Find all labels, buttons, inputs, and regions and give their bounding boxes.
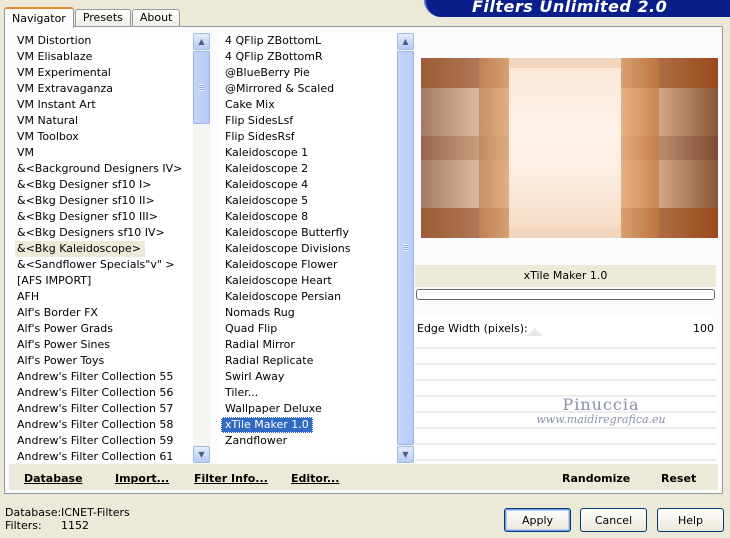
list-item[interactable]: VM Natural bbox=[15, 113, 193, 129]
filter-preview bbox=[421, 58, 718, 238]
parameter-row-edge-width[interactable]: Edge Width (pixels): 100 bbox=[415, 320, 716, 336]
list-item[interactable]: Alf's Power Toys bbox=[15, 353, 193, 369]
filter-scrollbar[interactable]: ▲ ▼ bbox=[397, 33, 414, 463]
list-item[interactable]: VM Elisablaze bbox=[15, 49, 193, 65]
list-item[interactable]: VM Extravaganza bbox=[15, 81, 193, 97]
list-item[interactable]: VM Toolbox bbox=[15, 129, 193, 145]
list-item[interactable]: Swirl Away bbox=[221, 369, 397, 385]
navigator-panel: VM Distortion VM Elisablaze VM Experimenta… bbox=[4, 26, 723, 494]
cancel-button[interactable]: Cancel bbox=[580, 508, 647, 532]
app-title: Filters Unlimited 2.0 bbox=[472, 0, 668, 16]
database-status: Database:ICNET-Filters Filters: 1152 bbox=[5, 506, 130, 532]
parameter-label: Edge Width (pixels): bbox=[417, 321, 528, 335]
list-item[interactable]: &<Sandflower Specials"v" > bbox=[15, 257, 193, 273]
progress-bar bbox=[416, 289, 715, 300]
editor-button[interactable]: Editor... bbox=[291, 472, 339, 485]
list-item[interactable]: Flip SidesRsf bbox=[221, 129, 397, 145]
list-item[interactable]: &<Bkg Designer sf10 II> bbox=[15, 193, 193, 209]
list-item[interactable]: &<Bkg Designers sf10 IV> bbox=[15, 225, 193, 241]
list-item[interactable]: &<Bkg Designer sf10 III> bbox=[15, 209, 193, 225]
list-item[interactable]: Kaleidoscope 2 bbox=[221, 161, 397, 177]
app-banner: Filters Unlimited 2.0 bbox=[424, 0, 730, 17]
watermark: Pinuccia www.maidiregrafica.eu bbox=[531, 395, 671, 426]
list-item[interactable]: Kaleidoscope Flower bbox=[221, 257, 397, 273]
list-item[interactable]: Quad Flip bbox=[221, 321, 397, 337]
tab-presets[interactable]: Presets bbox=[74, 9, 131, 27]
list-item[interactable]: VM bbox=[15, 145, 193, 161]
slider-indicator[interactable] bbox=[527, 328, 543, 336]
help-button[interactable]: Help bbox=[657, 508, 724, 532]
list-item[interactable]: Kaleidoscope 1 bbox=[221, 145, 397, 161]
scroll-up-icon[interactable]: ▲ bbox=[193, 33, 210, 50]
list-item[interactable]: Kaleidoscope Butterfly bbox=[221, 225, 397, 241]
list-item[interactable]: @BlueBerry Pie bbox=[221, 65, 397, 81]
list-item[interactable]: VM Instant Art bbox=[15, 97, 193, 113]
database-button[interactable]: Database bbox=[24, 472, 83, 485]
list-item[interactable]: Andrew's Filter Collection 57 bbox=[15, 401, 193, 417]
database-name: ICNET-Filters bbox=[61, 506, 130, 519]
scroll-down-icon[interactable]: ▼ bbox=[397, 446, 414, 463]
list-item[interactable]: 4 QFlip ZBottomL bbox=[221, 33, 397, 49]
list-item[interactable]: Flip SidesLsf bbox=[221, 113, 397, 129]
tab-bar: Navigator Presets About bbox=[4, 5, 181, 28]
scroll-thumb[interactable] bbox=[397, 51, 414, 445]
list-item[interactable]: Kaleidoscope Persian bbox=[221, 289, 397, 305]
filter-info-button[interactable]: Filter Info... bbox=[194, 472, 268, 485]
tab-navigator[interactable]: Navigator bbox=[4, 7, 74, 28]
list-item[interactable]: Wallpaper Deluxe bbox=[221, 401, 397, 417]
list-item[interactable]: [AFS IMPORT] bbox=[15, 273, 193, 289]
list-item[interactable]: Alf's Power Sines bbox=[15, 337, 193, 353]
list-item[interactable]: Andrew's Filter Collection 55 bbox=[15, 369, 193, 385]
scroll-up-icon[interactable]: ▲ bbox=[397, 33, 414, 50]
filter-count: 1152 bbox=[61, 519, 89, 532]
list-item[interactable]: Alf's Border FX bbox=[15, 305, 193, 321]
list-item[interactable]: AFH bbox=[15, 289, 193, 305]
list-item[interactable]: Zandflower bbox=[221, 433, 397, 449]
parameter-area bbox=[415, 317, 716, 464]
list-item[interactable]: Radial Replicate bbox=[221, 353, 397, 369]
list-item[interactable]: Cake Mix bbox=[221, 97, 397, 113]
import-button[interactable]: Import... bbox=[115, 472, 169, 485]
category-scrollbar[interactable]: ▲ ▼ bbox=[193, 33, 210, 463]
parameter-value: 100 bbox=[693, 321, 714, 335]
list-item[interactable]: Andrew's Filter Collection 59 bbox=[15, 433, 193, 449]
list-item[interactable]: Tiler... bbox=[221, 385, 397, 401]
selected-filter-title: xTile Maker 1.0 bbox=[415, 265, 716, 287]
list-item[interactable]: &<Background Designers IV> bbox=[15, 161, 193, 177]
watermark-name: Pinuccia bbox=[562, 395, 640, 414]
category-list[interactable]: VM Distortion VM Elisablaze VM Experimenta… bbox=[15, 33, 193, 463]
list-item[interactable]: Andrew's Filter Collection 61 bbox=[15, 449, 193, 463]
list-item[interactable]: &<Bkg Kaleidoscope> bbox=[15, 241, 146, 257]
scroll-down-icon[interactable]: ▼ bbox=[193, 446, 210, 463]
list-item[interactable]: VM Distortion bbox=[15, 33, 193, 49]
scroll-thumb[interactable] bbox=[193, 51, 210, 124]
list-item[interactable]: Kaleidoscope Heart bbox=[221, 273, 397, 289]
list-item[interactable]: Radial Mirror bbox=[221, 337, 397, 353]
list-item[interactable]: xTile Maker 1.0 bbox=[221, 417, 313, 433]
randomize-button[interactable]: Randomize bbox=[562, 472, 630, 485]
list-item[interactable]: &<Bkg Designer sf10 I> bbox=[15, 177, 193, 193]
list-item[interactable]: Kaleidoscope 4 bbox=[221, 177, 397, 193]
list-item[interactable]: Alf's Power Grads bbox=[15, 321, 193, 337]
list-item[interactable]: VM Experimental bbox=[15, 65, 193, 81]
list-item[interactable]: Nomads Rug bbox=[221, 305, 397, 321]
list-item[interactable]: Andrew's Filter Collection 56 bbox=[15, 385, 193, 401]
list-item[interactable]: Kaleidoscope Divisions bbox=[221, 241, 397, 257]
list-item[interactable]: 4 QFlip ZBottomR bbox=[221, 49, 397, 65]
reset-button[interactable]: Reset bbox=[661, 472, 696, 485]
list-item[interactable]: Andrew's Filter Collection 58 bbox=[15, 417, 193, 433]
watermark-url: www.maidiregrafica.eu bbox=[536, 413, 666, 426]
apply-button[interactable]: Apply bbox=[504, 508, 571, 532]
list-item[interactable]: @Mirrored & Scaled bbox=[221, 81, 397, 97]
list-item[interactable]: Kaleidoscope 5 bbox=[221, 193, 397, 209]
filter-list[interactable]: 4 QFlip ZBottomL 4 QFlip ZBottomR @BlueBer… bbox=[221, 33, 397, 463]
list-item[interactable]: Kaleidoscope 8 bbox=[221, 209, 397, 225]
tab-about[interactable]: About bbox=[131, 9, 181, 27]
